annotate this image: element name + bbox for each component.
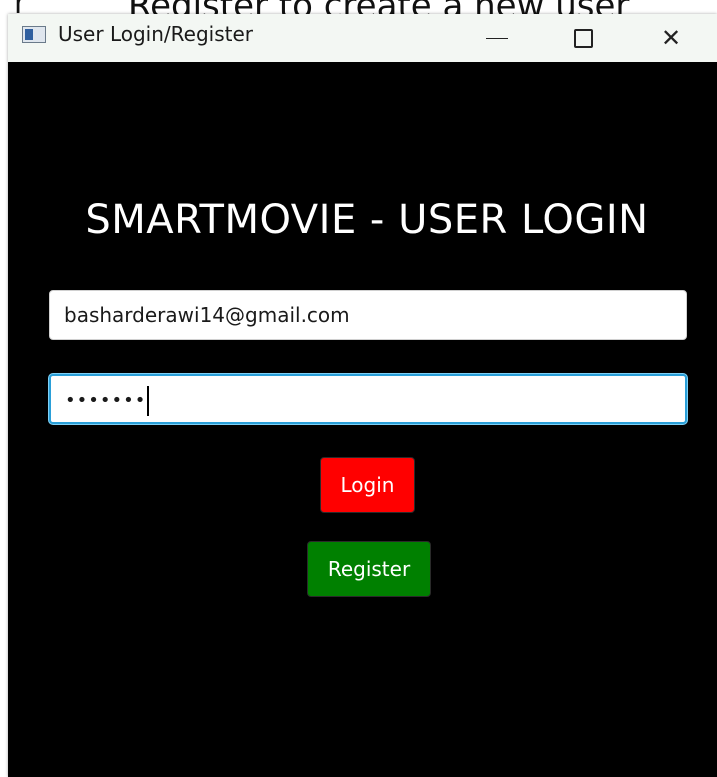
close-button[interactable]: ✕ xyxy=(628,14,714,62)
window-title: User Login/Register xyxy=(58,22,253,46)
email-field[interactable]: basharderawi14@gmail.com xyxy=(49,290,687,340)
login-button[interactable]: Login xyxy=(320,457,415,513)
register-button[interactable]: Register xyxy=(307,541,431,597)
password-value: ••••••• xyxy=(65,390,147,411)
minimize-button[interactable] xyxy=(454,14,540,62)
title-bar[interactable]: User Login/Register ✕ xyxy=(8,14,717,62)
page-title: SMARTMOVIE - USER LOGIN xyxy=(85,197,649,243)
maximize-icon xyxy=(573,28,593,48)
login-window: User Login/Register ✕ SMARTMOVIE - USER … xyxy=(8,14,717,777)
minimize-icon xyxy=(486,37,508,39)
close-icon: ✕ xyxy=(660,24,682,52)
email-value: basharderawi14@gmail.com xyxy=(64,303,350,327)
app-window-icon xyxy=(22,26,46,43)
login-panel: SMARTMOVIE - USER LOGIN basharderawi14@g… xyxy=(8,62,717,777)
text-caret xyxy=(147,385,150,416)
maximize-button[interactable] xyxy=(540,14,626,62)
password-field[interactable]: ••••••• xyxy=(49,374,687,424)
